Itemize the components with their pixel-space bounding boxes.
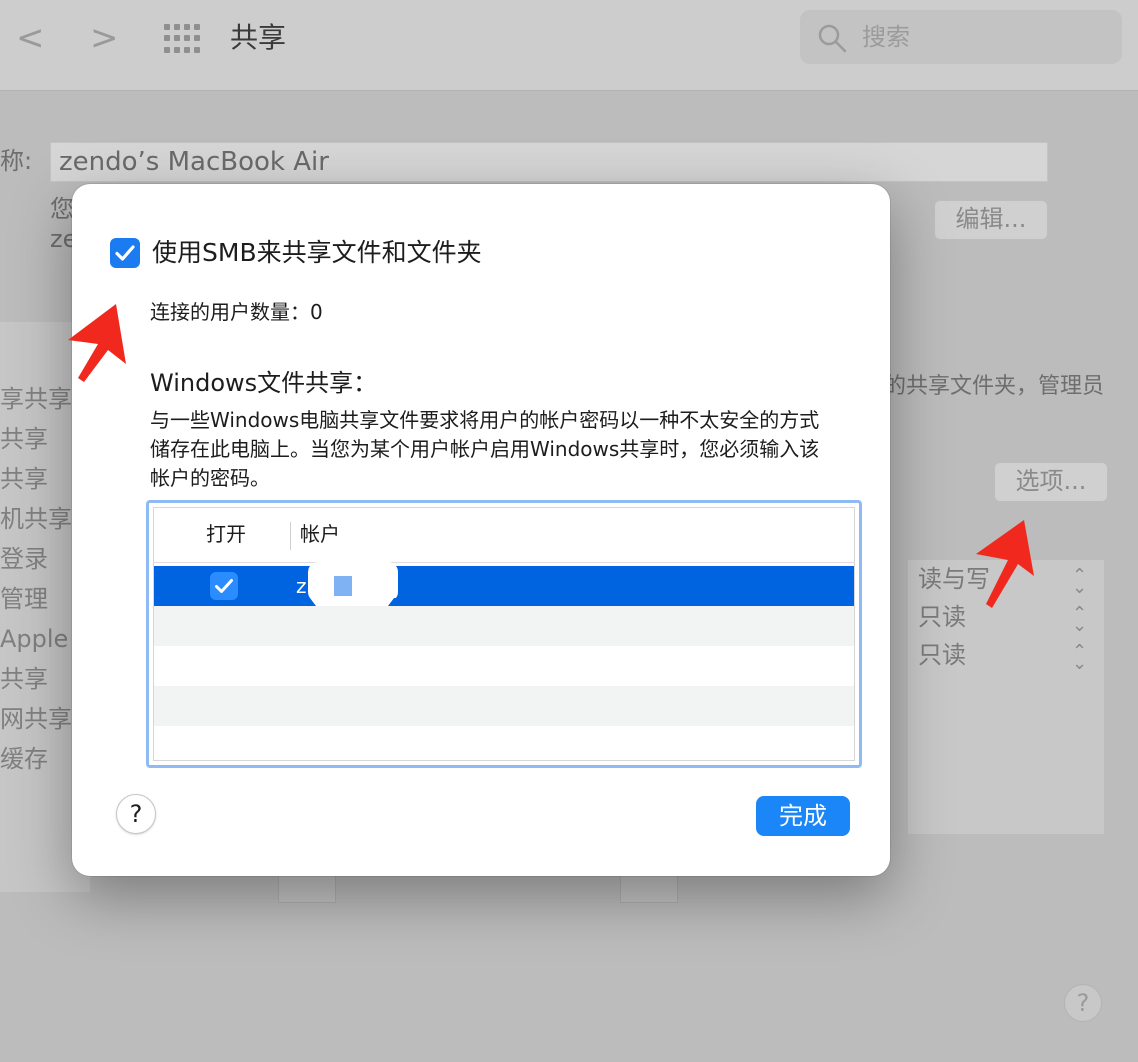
column-header-account[interactable]: 帐户: [300, 520, 340, 548]
computer-name-label: 称:: [0, 147, 33, 175]
search-icon: [818, 24, 847, 53]
service-item[interactable]: 机共享: [0, 504, 72, 534]
done-button[interactable]: 完成: [756, 796, 850, 836]
annotation-arrow-icon: [68, 304, 126, 382]
column-header-on[interactable]: 打开: [206, 520, 246, 548]
edit-button[interactable]: 编辑...: [934, 200, 1048, 240]
service-item[interactable]: 共享: [0, 424, 48, 454]
service-item[interactable]: 共享: [0, 464, 48, 494]
updown-chevron-icon[interactable]: ⌃ ⌄: [1072, 643, 1087, 673]
table-row-empty: [154, 646, 854, 686]
windows-sharing-description: 与一些Windows电脑共享文件要求将用户的帐户密码以一种不太安全的方式储存在此…: [150, 408, 820, 490]
updown-chevron-icon[interactable]: ⌃ ⌄: [1072, 605, 1087, 635]
add-remove-buttons[interactable]: [620, 876, 678, 903]
computer-name-field[interactable]: zendo’s MacBook Air: [50, 142, 1048, 182]
row-enable-checkbox[interactable]: [210, 572, 238, 600]
computer-name-value: zendo’s MacBook Air: [59, 147, 329, 177]
windows-sharing-heading: Windows文件共享：: [150, 369, 378, 397]
toolbar: < > 共享 搜索: [0, 0, 1138, 91]
redaction-mask: [304, 560, 400, 606]
folder-description-text: 的共享文件夹，管理员: [884, 374, 1105, 399]
permission-popup[interactable]: 只读: [918, 640, 966, 670]
smb-checkbox-label[interactable]: 使用SMB来共享文件和文件夹: [152, 236, 482, 270]
service-item[interactable]: 缓存: [0, 744, 48, 774]
table-row[interactable]: z: [154, 560, 854, 606]
service-item[interactable]: 管理: [0, 584, 48, 614]
help-button-background[interactable]: ?: [1064, 984, 1102, 1022]
address-line-1: 您: [50, 195, 74, 223]
permission-popup[interactable]: 只读: [918, 602, 966, 632]
updown-chevron-icon[interactable]: ⌃ ⌄: [1072, 567, 1087, 597]
smb-options-sheet: 使用SMB来共享文件和文件夹 连接的用户数量：0 Windows文件共享： 与一…: [72, 184, 890, 876]
header-divider: [154, 562, 854, 563]
search-placeholder: 搜索: [862, 23, 910, 51]
help-button[interactable]: ?: [116, 794, 156, 834]
window-title: 共享: [230, 21, 287, 54]
service-item[interactable]: 享共享: [0, 384, 72, 414]
add-remove-buttons[interactable]: [278, 876, 336, 903]
column-divider: [290, 522, 291, 550]
connected-users-count: 连接的用户数量：0: [150, 300, 323, 324]
table-row-empty: [154, 606, 854, 646]
checkmark-icon: [115, 245, 135, 261]
smb-checkbox[interactable]: [110, 238, 140, 268]
checkmark-icon: [215, 579, 233, 593]
options-button[interactable]: 选项...: [994, 462, 1108, 502]
forward-button[interactable]: >: [90, 18, 119, 58]
search-field[interactable]: 搜索: [800, 10, 1122, 64]
service-item[interactable]: 网共享: [0, 704, 72, 734]
service-item[interactable]: 登录: [0, 544, 48, 574]
back-button[interactable]: <: [16, 18, 45, 58]
service-item[interactable]: 共享: [0, 664, 48, 694]
service-item[interactable]: Apple: [0, 624, 68, 654]
windows-accounts-table[interactable]: 打开 帐户 z: [146, 500, 862, 768]
show-all-grid-icon[interactable]: [164, 24, 202, 54]
annotation-arrow-icon: [976, 520, 1034, 608]
table-row-empty: [154, 686, 854, 726]
table-row-empty: [154, 726, 854, 760]
